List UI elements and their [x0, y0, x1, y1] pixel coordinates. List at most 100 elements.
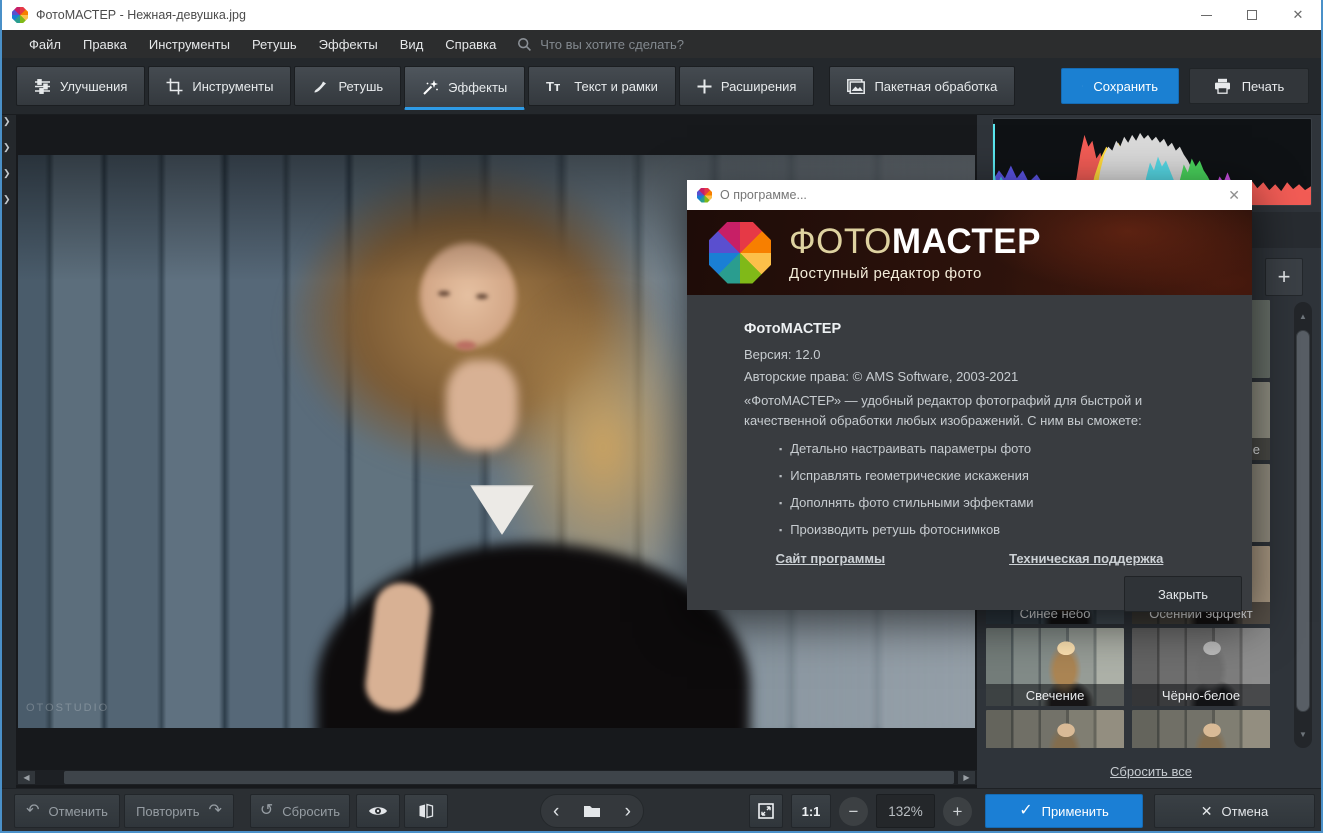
- scroll-left-arrow-icon[interactable]: ◀: [18, 771, 35, 784]
- tab-extensions[interactable]: Расширения: [678, 66, 815, 106]
- tab-retouch[interactable]: Ретушь: [294, 66, 402, 106]
- scroll-down-arrow-icon[interactable]: ▼: [1294, 726, 1312, 742]
- help-search-field[interactable]: Что вы хотите сделать?: [517, 37, 684, 52]
- effect-label: Чёрно-белое: [1132, 684, 1270, 706]
- tab-batch-processing[interactable]: Пакетная обработка: [829, 66, 1016, 106]
- maximize-button[interactable]: [1229, 0, 1275, 30]
- about-dialog: О программе... ✕ ФОТОМАСТЕР Доступный ре…: [687, 180, 1252, 612]
- compare-icon: [419, 803, 434, 819]
- save-button[interactable]: Сохранить: [1061, 68, 1179, 104]
- magic-wand-icon: [423, 79, 439, 95]
- tab-effects[interactable]: Эффекты: [404, 66, 526, 110]
- reset-button[interactable]: ↺ Сбросить: [250, 794, 350, 828]
- undo-label: Отменить: [48, 803, 108, 819]
- effect-thumbnail-glow[interactable]: Свечение: [986, 628, 1124, 706]
- photo-watermark: OTOSTUDIO: [26, 702, 110, 714]
- add-effect-button[interactable]: +: [1265, 258, 1303, 296]
- fit-screen-icon: [758, 803, 774, 819]
- zoom-level-display: 132%: [876, 794, 935, 828]
- folder-icon[interactable]: [583, 804, 601, 818]
- tab-text-frames[interactable]: Tт Текст и рамки: [528, 66, 676, 106]
- effects-scrollbar[interactable]: ▲ ▼: [1294, 302, 1312, 748]
- dialog-close-button[interactable]: Закрыть: [1124, 576, 1242, 612]
- before-after-compare-button[interactable]: [404, 794, 448, 828]
- effect-thumbnail[interactable]: [1132, 710, 1270, 748]
- tech-support-link[interactable]: Техническая поддержка: [1009, 551, 1163, 566]
- plus-icon: [697, 79, 712, 93]
- collapsed-panel-handles: ❯ ❯ ❯ ❯: [3, 115, 11, 205]
- search-icon: [518, 37, 532, 51]
- menu-edit[interactable]: Правка: [72, 37, 138, 52]
- cancel-label: Отмена: [1221, 803, 1269, 819]
- tab-improvements[interactable]: Улучшения: [16, 66, 146, 106]
- copyright-text: Авторские права: © AMS Software, 2003-20…: [744, 369, 1019, 384]
- dialog-title: О программе...: [720, 188, 807, 202]
- dialog-body: ФотоМАСТЕР Версия: 12.0 Авторские права:…: [687, 295, 1252, 612]
- window-title: ФотоМАСТЕР - Нежная-девушка.jpg: [36, 8, 246, 22]
- redo-button[interactable]: Повторить ↷: [124, 794, 234, 828]
- app-name: ФотоМАСТЕР: [744, 321, 842, 337]
- dialog-brand-banner: ФОТОМАСТЕР Доступный редактор фото: [687, 210, 1252, 295]
- effects-scrollbar-thumb[interactable]: [1296, 330, 1310, 712]
- menu-tools[interactable]: Инструменты: [138, 37, 241, 52]
- panel-expand-icon[interactable]: ❯: [3, 115, 11, 127]
- effect-label: Свечение: [986, 684, 1124, 706]
- main-toolbar: Улучшения Инструменты Ретушь Эффекты Tт …: [2, 58, 1321, 115]
- apply-label: Применить: [1041, 803, 1109, 819]
- tab-label: Инструменты: [192, 78, 274, 94]
- print-button[interactable]: Печать: [1189, 68, 1309, 104]
- close-icon: ✕: [1292, 7, 1304, 22]
- preview-original-button[interactable]: [356, 794, 400, 828]
- tab-label: Улучшения: [60, 78, 128, 94]
- reset-all-link[interactable]: Сбросить все: [1110, 764, 1192, 779]
- tab-tools[interactable]: Инструменты: [148, 66, 292, 106]
- zoom-in-button[interactable]: +: [943, 797, 972, 826]
- tab-label: Пакетная обработка: [874, 78, 998, 94]
- dialog-close-icon[interactable]: ✕: [1228, 187, 1240, 204]
- app-logo-icon: [697, 187, 712, 203]
- scroll-up-arrow-icon[interactable]: ▲: [1294, 308, 1312, 324]
- feature-item: ▪ Детально настраивать параметры фото: [779, 441, 1032, 456]
- save-label: Сохранить: [1093, 78, 1158, 94]
- check-icon: ✓: [1019, 802, 1033, 819]
- minimize-icon: [1200, 14, 1212, 16]
- menu-bar: Файл Правка Инструменты Ретушь Эффекты В…: [2, 30, 1321, 58]
- minimize-button[interactable]: [1183, 0, 1229, 30]
- prev-photo-button[interactable]: ‹: [553, 802, 559, 821]
- brand-title: ФОТОМАСТЕР: [789, 221, 1041, 261]
- feature-list: ▪ Детально настраивать параметры фото ▪ Ис…: [779, 441, 1034, 549]
- actual-size-button[interactable]: 1:1: [791, 794, 831, 828]
- fit-to-screen-button[interactable]: [749, 794, 783, 828]
- close-button[interactable]: ✕: [1275, 0, 1321, 30]
- brand-tagline: Доступный редактор фото: [789, 264, 982, 282]
- menu-effects[interactable]: Эффекты: [308, 37, 389, 52]
- redo-icon: ↷: [208, 802, 222, 819]
- cancel-button[interactable]: ✕ Отмена: [1154, 794, 1315, 828]
- effect-thumbnail-black-white[interactable]: Чёрно-белое: [1132, 628, 1270, 706]
- program-site-link[interactable]: Сайт программы: [776, 551, 885, 566]
- scroll-right-arrow-icon[interactable]: ▶: [958, 771, 975, 784]
- menu-help[interactable]: Справка: [434, 37, 507, 52]
- feature-item: ▪ Производить ретушь фотоснимков: [779, 522, 1001, 537]
- horizontal-scrollbar-thumb[interactable]: [64, 771, 954, 784]
- app-window: OTOSTUDIO ◀ ▶ ❯ ❯ ❯ ❯ + е Синее небо Осе…: [0, 0, 1323, 833]
- menu-file[interactable]: Файл: [18, 37, 72, 52]
- close-icon: ✕: [1200, 803, 1213, 819]
- effect-thumbnail[interactable]: [986, 710, 1124, 748]
- menu-retouch[interactable]: Ретушь: [241, 37, 308, 52]
- panel-expand-icon[interactable]: ❯: [3, 167, 11, 179]
- menu-view[interactable]: Вид: [389, 37, 435, 52]
- undo-button[interactable]: ↶ Отменить: [14, 794, 120, 828]
- sliders-icon: [35, 78, 50, 94]
- printer-icon: [1214, 78, 1230, 94]
- zoom-out-button[interactable]: −: [839, 797, 868, 826]
- panel-expand-icon[interactable]: ❯: [3, 193, 11, 205]
- horizontal-scrollbar[interactable]: ◀ ▶: [16, 770, 977, 785]
- eye-icon: [369, 807, 387, 815]
- dialog-title-bar: О программе... ✕: [687, 180, 1252, 210]
- apply-button[interactable]: ✓ Применить: [985, 794, 1143, 828]
- print-label: Печать: [1241, 78, 1285, 94]
- effect-preview: [986, 710, 1124, 748]
- panel-expand-icon[interactable]: ❯: [3, 141, 11, 153]
- next-photo-button[interactable]: ›: [625, 802, 631, 821]
